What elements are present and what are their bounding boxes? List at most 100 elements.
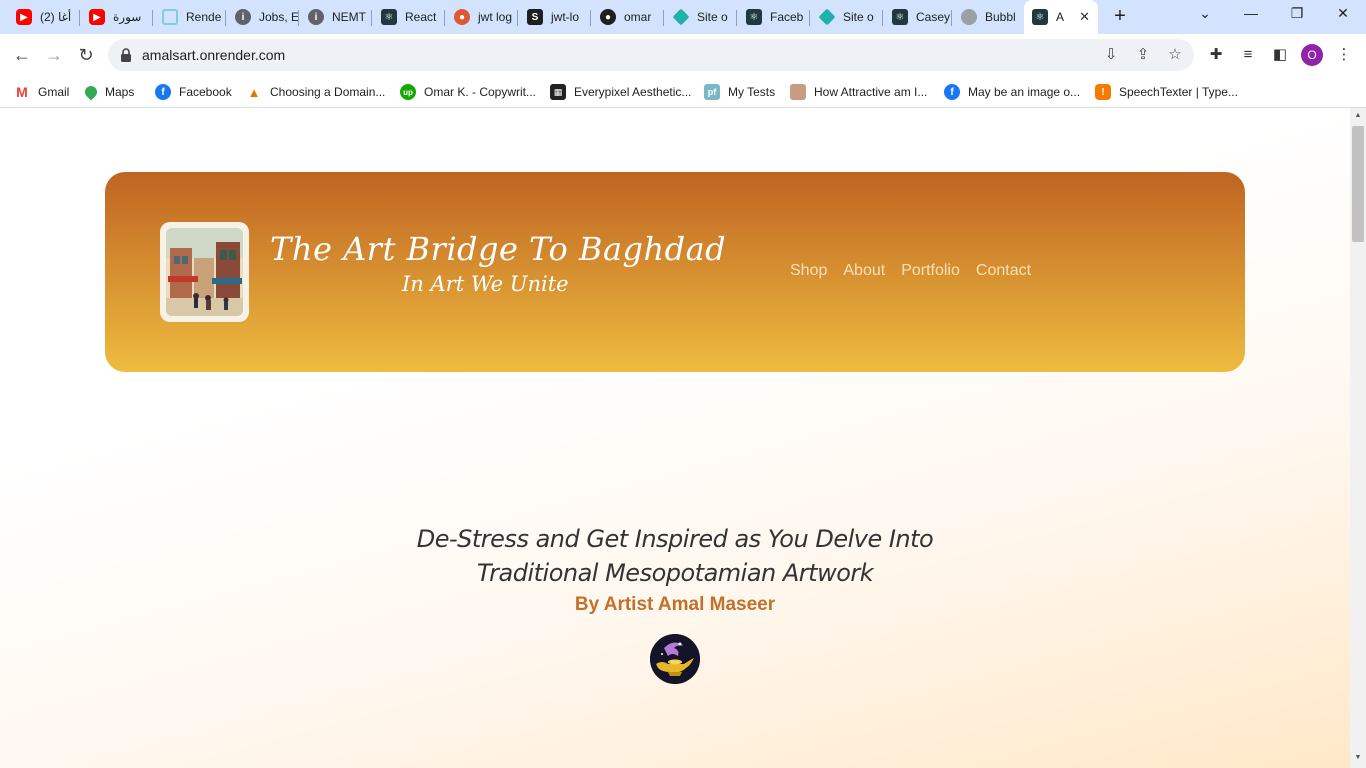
react-icon: ⚛ — [746, 9, 762, 25]
globe-icon — [961, 9, 977, 25]
tab-label: Casey — [916, 10, 951, 24]
bookmark-label: Everypixel Aesthetic... — [574, 85, 692, 99]
magic-lamp-icon — [650, 634, 700, 684]
browser-tab[interactable]: S jwt-lo — [519, 4, 591, 30]
intro-headline-line2: Traditional Mesopotamian Artwork — [476, 559, 874, 587]
bookmark-star-icon[interactable]: ☆ — [1166, 46, 1184, 64]
browser-tab[interactable]: ⚛ Faceb — [738, 4, 810, 30]
tab-label: jwt-lo — [551, 10, 580, 24]
minimize-icon[interactable]: — — [1239, 5, 1263, 21]
nav-link-shop[interactable]: Shop — [790, 262, 827, 280]
baghdad-street-painting-image — [166, 228, 243, 316]
site-logo[interactable] — [160, 222, 249, 322]
browser-tab[interactable]: ● jwt log — [446, 4, 518, 30]
browser-tab[interactable]: ● omar — [592, 4, 664, 30]
profile-avatar[interactable]: O — [1301, 44, 1323, 66]
browser-tab[interactable]: ▶ (2) أغا — [8, 4, 80, 30]
info-icon: i — [308, 9, 324, 25]
nav-link-portfolio[interactable]: Portfolio — [901, 262, 960, 280]
bookmark-item[interactable]: How Attractive am I... — [790, 82, 927, 102]
back-arrow-icon[interactable]: ← — [10, 43, 34, 67]
bookmark-item[interactable]: ▦ Everypixel Aesthetic... — [550, 82, 691, 102]
browser-tab[interactable]: Site o — [665, 4, 737, 30]
scrollbar-thumb[interactable] — [1352, 126, 1364, 242]
react-icon: ⚛ — [892, 9, 908, 25]
close-tab-icon[interactable]: ✕ — [1079, 9, 1090, 25]
bookmark-label: Choosing a Domain... — [270, 85, 386, 99]
site-tagline: In Art We Unite — [402, 272, 569, 296]
lock-icon — [121, 48, 131, 62]
github-icon: ● — [600, 9, 616, 25]
tab-label: omar — [624, 10, 652, 24]
url-text[interactable]: amalsart.onrender.com — [142, 47, 285, 63]
bookmark-label: How Attractive am I... — [814, 85, 928, 99]
scroll-up-arrow-icon[interactable]: ▲ — [1352, 110, 1364, 122]
nav-link-contact[interactable]: Contact — [976, 262, 1031, 280]
nav-link-about[interactable]: About — [843, 262, 885, 280]
netlify-icon — [672, 8, 690, 26]
maps-icon — [82, 83, 100, 101]
site-title: The Art Bridge To Baghdad — [270, 230, 727, 268]
scroll-down-arrow-icon[interactable]: ▼ — [1352, 752, 1364, 764]
tab-label: Rende — [186, 10, 222, 24]
side-panel-icon[interactable]: ◧ — [1270, 45, 1290, 65]
bookmark-label: Omar K. - Copywrit... — [424, 85, 537, 99]
react-icon: ⚛ — [381, 9, 397, 25]
share-icon[interactable]: ⇪ — [1134, 46, 1152, 64]
bookmark-item[interactable]: f Facebook — [155, 82, 232, 102]
tab-label: سورة — [113, 10, 142, 24]
face-icon — [790, 84, 806, 100]
youtube-icon: ▶ — [16, 9, 32, 25]
react-icon: ⚛ — [1032, 9, 1048, 25]
browser-toolbar: ← → ↻ amalsart.onrender.com ⇩ ⇪ ☆ ✚ ≡ ◧ … — [0, 34, 1366, 76]
facebook-icon: f — [944, 84, 960, 100]
bookmark-item[interactable]: ▲ Choosing a Domain... — [246, 82, 386, 102]
reload-icon[interactable]: ↻ — [74, 43, 98, 67]
site-header: The Art Bridge To Baghdad In Art We Unit… — [105, 172, 1245, 372]
tab-label: Site o — [697, 10, 728, 24]
bookmark-label: Gmail — [38, 85, 70, 99]
kebab-menu-icon[interactable]: ⋮ — [1334, 45, 1354, 65]
install-app-icon[interactable]: ⇩ — [1102, 46, 1120, 64]
browser-tab[interactable]: Site o — [811, 4, 883, 30]
domain-icon: ▲ — [247, 84, 261, 100]
bookmark-item[interactable]: ! SpeechTexter | Type... — [1095, 82, 1238, 102]
tab-label: jwt log — [478, 10, 513, 24]
browser-tab[interactable]: Bubbl — [953, 4, 1021, 30]
browser-tab[interactable]: i NEMT — [300, 4, 372, 30]
tab-strip: ▶ (2) أغا ▶ سورة Rende i Jobs, E i NEMT … — [0, 0, 1366, 34]
extensions-puzzle-icon[interactable]: ✚ — [1206, 45, 1226, 65]
tab-search-chevron-icon[interactable]: ⌄ — [1193, 5, 1217, 22]
scribd-icon: S — [527, 9, 543, 25]
artist-byline: By Artist Amal Maseer — [574, 594, 776, 615]
bookmark-item[interactable]: M Gmail — [14, 82, 69, 102]
bookmark-label: May be an image o... — [968, 85, 1081, 99]
address-bar[interactable]: amalsart.onrender.com ⇩ ⇪ ☆ — [108, 39, 1194, 71]
new-tab-plus-icon[interactable]: + — [1110, 6, 1130, 26]
media-queue-icon[interactable]: ≡ — [1238, 45, 1258, 65]
browser-tab[interactable]: ⚛ React — [373, 4, 445, 30]
page-viewport: The Art Bridge To Baghdad In Art We Unit… — [0, 108, 1350, 768]
bookmark-item[interactable]: pf My Tests — [704, 82, 775, 102]
close-window-icon[interactable]: ✕ — [1331, 5, 1355, 22]
intro-section: De-Stress and Get Inspired as You Delve … — [0, 522, 1350, 616]
pf-icon: pf — [704, 84, 720, 100]
intro-headline-line1: De-Stress and Get Inspired as You Delve … — [416, 525, 934, 553]
tab-label: (2) أغا — [40, 10, 72, 24]
browser-tab[interactable]: i Jobs, E — [227, 4, 299, 30]
browser-tab[interactable]: Rende — [154, 4, 226, 30]
browser-tab[interactable]: ⚛ Casey — [884, 4, 952, 30]
browser-tab-active[interactable]: ⚛ A ✕ — [1024, 0, 1098, 34]
render-icon — [162, 9, 178, 25]
browser-tab[interactable]: ▶ سورة — [81, 4, 153, 30]
tab-label: Faceb — [770, 10, 804, 24]
bookmark-item[interactable]: up Omar K. - Copywrit... — [400, 82, 536, 102]
restore-icon[interactable]: ❐ — [1285, 5, 1309, 22]
youtube-icon: ▶ — [89, 9, 105, 25]
main-nav: Shop About Portfolio Contact — [790, 262, 1031, 280]
bookmark-item[interactable]: Maps — [82, 82, 134, 102]
bookmarks-bar: M Gmail Maps f Facebook ▲ Choosing a Dom… — [0, 76, 1366, 108]
forward-arrow-icon[interactable]: → — [42, 43, 66, 67]
bookmark-item[interactable]: f May be an image o... — [944, 82, 1080, 102]
bookmark-label: Facebook — [179, 85, 232, 99]
